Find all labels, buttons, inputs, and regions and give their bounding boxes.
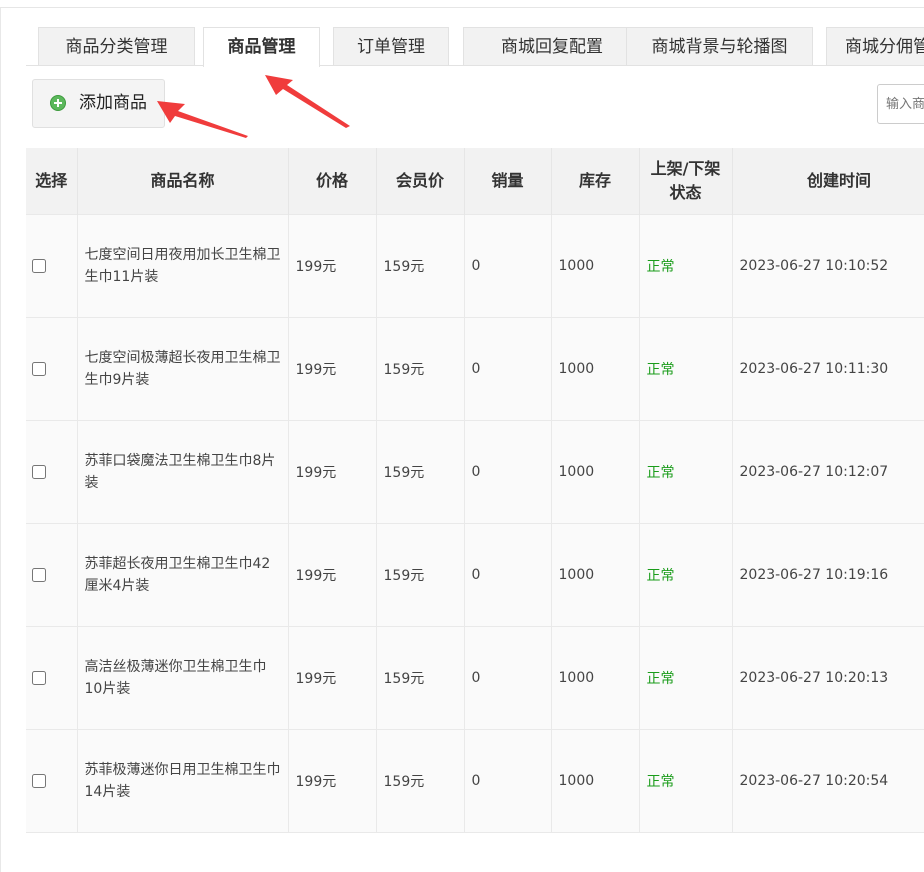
- price: 199元: [288, 523, 377, 627]
- created-time: 2023-06-27 10:10:52: [732, 214, 924, 318]
- select-cell: [26, 317, 78, 421]
- search-input[interactable]: [877, 84, 924, 124]
- row-checkbox[interactable]: [32, 671, 46, 685]
- stock: 1000: [551, 626, 640, 730]
- created-time: 2023-06-27 10:11:30: [732, 317, 924, 421]
- header-created: 创建时间: [732, 148, 924, 215]
- price: 199元: [288, 420, 377, 524]
- member-price: 159元: [376, 729, 465, 833]
- member-price: 159元: [376, 214, 465, 318]
- top-border: [0, 7, 924, 8]
- status: 正常: [639, 729, 733, 833]
- status: 正常: [639, 420, 733, 524]
- created-time: 2023-06-27 10:12:07: [732, 420, 924, 524]
- price: 199元: [288, 317, 377, 421]
- member-price: 159元: [376, 626, 465, 730]
- tab-order-management[interactable]: 订单管理: [333, 27, 449, 65]
- select-cell: [26, 523, 78, 627]
- add-product-button[interactable]: 添加商品: [32, 79, 165, 128]
- add-product-label: 添加商品: [79, 93, 147, 113]
- table-row: 七度空间日用夜用加长卫生棉卫生巾11片装 199元 159元 0 1000 正常…: [26, 214, 924, 318]
- row-checkbox[interactable]: [32, 465, 46, 479]
- row-checkbox[interactable]: [32, 774, 46, 788]
- status: 正常: [639, 523, 733, 627]
- left-border: [0, 8, 1, 872]
- stock: 1000: [551, 523, 640, 627]
- select-cell: [26, 729, 78, 833]
- member-price: 159元: [376, 420, 465, 524]
- table-row: 高洁丝极薄迷你卫生棉卫生巾10片装 199元 159元 0 1000 正常 20…: [26, 626, 924, 730]
- sales: 0: [464, 317, 552, 421]
- select-cell: [26, 420, 78, 524]
- table-row: 苏菲口袋魔法卫生棉卫生巾8片装 199元 159元 0 1000 正常 2023…: [26, 420, 924, 524]
- stock: 1000: [551, 214, 640, 318]
- product-name: 苏菲超长夜用卫生棉卫生巾42厘米4片装: [77, 523, 289, 627]
- member-price: 159元: [376, 317, 465, 421]
- plus-circle-icon: [50, 95, 66, 111]
- price: 199元: [288, 729, 377, 833]
- stock: 1000: [551, 729, 640, 833]
- header-status-line1: 上架/下架: [650, 159, 721, 178]
- product-name: 苏菲口袋魔法卫生棉卫生巾8片装: [77, 420, 289, 524]
- sales: 0: [464, 626, 552, 730]
- created-time: 2023-06-27 10:19:16: [732, 523, 924, 627]
- select-cell: [26, 214, 78, 318]
- header-status-line2: 状态: [669, 183, 702, 202]
- sales: 0: [464, 214, 552, 318]
- row-checkbox[interactable]: [32, 259, 46, 273]
- sales: 0: [464, 420, 552, 524]
- sales: 0: [464, 523, 552, 627]
- product-name: 苏菲极薄迷你日用卫生棉卫生巾14片装: [77, 729, 289, 833]
- product-name: 高洁丝极薄迷你卫生棉卫生巾10片装: [77, 626, 289, 730]
- header-member-price: 会员价: [376, 148, 465, 215]
- tab-category-management[interactable]: 商品分类管理: [38, 27, 195, 65]
- header-status: 上架/下架 状态: [639, 148, 733, 215]
- tab-commission-management[interactable]: 商城分佣管理: [826, 27, 924, 65]
- header-stock: 库存: [551, 148, 640, 215]
- tab-product-management[interactable]: 商品管理: [203, 27, 320, 67]
- header-select: 选择: [26, 148, 78, 215]
- header-sales: 销量: [464, 148, 552, 215]
- created-time: 2023-06-27 10:20:54: [732, 729, 924, 833]
- row-checkbox[interactable]: [32, 568, 46, 582]
- select-cell: [26, 626, 78, 730]
- status: 正常: [639, 317, 733, 421]
- tab-reply-config[interactable]: 商城回复配置: [463, 27, 641, 65]
- sales: 0: [464, 729, 552, 833]
- table-header-row: 选择 商品名称 价格 会员价 销量 库存 上架/下架 状态 创建时间: [26, 148, 924, 215]
- stock: 1000: [551, 317, 640, 421]
- row-checkbox[interactable]: [32, 362, 46, 376]
- status: 正常: [639, 214, 733, 318]
- product-table: 选择 商品名称 价格 会员价 销量 库存 上架/下架 状态 创建时间 七度空间日…: [26, 148, 924, 833]
- status: 正常: [639, 626, 733, 730]
- tab-bar: 商品分类管理 商品管理 订单管理 商城回复配置 商城背景与轮播图 商城分佣管理: [26, 22, 924, 67]
- header-name: 商品名称: [77, 148, 289, 215]
- product-name: 七度空间日用夜用加长卫生棉卫生巾11片装: [77, 214, 289, 318]
- product-name: 七度空间极薄超长夜用卫生棉卫生巾9片装: [77, 317, 289, 421]
- created-time: 2023-06-27 10:20:13: [732, 626, 924, 730]
- price: 199元: [288, 626, 377, 730]
- stock: 1000: [551, 420, 640, 524]
- tab-background-carousel[interactable]: 商城背景与轮播图: [626, 27, 813, 65]
- table-row: 苏菲超长夜用卫生棉卫生巾42厘米4片装 199元 159元 0 1000 正常 …: [26, 523, 924, 627]
- red-arrow-icon: [157, 101, 248, 138]
- price: 199元: [288, 214, 377, 318]
- red-arrow-icon: [265, 75, 350, 128]
- table-row: 苏菲极薄迷你日用卫生棉卫生巾14片装 199元 159元 0 1000 正常 2…: [26, 729, 924, 833]
- header-price: 价格: [288, 148, 377, 215]
- member-price: 159元: [376, 523, 465, 627]
- table-row: 七度空间极薄超长夜用卫生棉卫生巾9片装 199元 159元 0 1000 正常 …: [26, 317, 924, 421]
